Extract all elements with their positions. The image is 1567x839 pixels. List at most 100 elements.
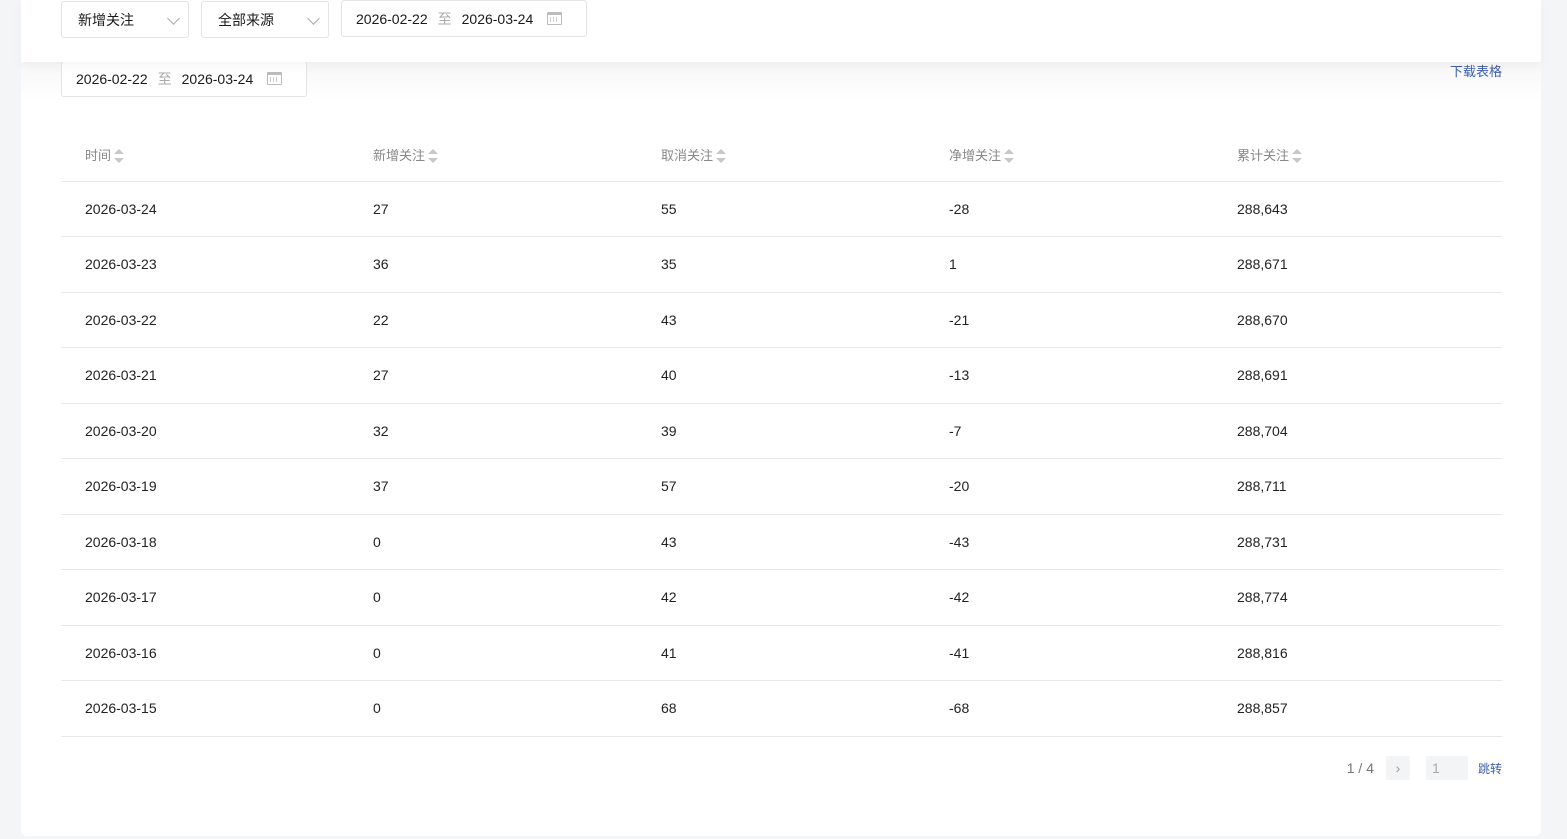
table-cell: 0 (349, 625, 637, 681)
table-cell: 57 (637, 458, 925, 515)
column-header-label: 新增关注 (373, 147, 426, 163)
date-separator: 至 (157, 70, 172, 87)
date-end: 2026-03-24 (181, 70, 254, 87)
table-cell: 288,857 (1213, 680, 1502, 737)
table-cell: 40 (637, 347, 925, 404)
source-select[interactable]: 全部来源 (201, 1, 329, 38)
pagination: 1 / 4 › 跳转 (1347, 756, 1502, 780)
table-cell: -43 (925, 514, 1213, 570)
sort-icon[interactable] (114, 149, 125, 164)
column-header-label: 净增关注 (949, 147, 1002, 163)
sort-icon[interactable] (716, 149, 727, 164)
chevron-down-icon (167, 12, 180, 25)
sort-icon[interactable] (428, 149, 439, 164)
table-cell: 288,704 (1213, 403, 1502, 459)
table-cell: 27 (349, 347, 637, 404)
column-header[interactable]: 时间 (61, 128, 349, 182)
table-cell: 2026-03-23 (61, 236, 349, 293)
date-range-picker[interactable]: 2026-02-22 至 2026-03-24 (341, 0, 587, 37)
table-cell: 288,816 (1213, 625, 1502, 681)
table-cell: 2026-03-16 (61, 625, 349, 681)
table-cell: 2026-03-24 (61, 181, 349, 237)
table-row: 2026-03-21 27 40 -13 288,691 (61, 347, 1502, 404)
date-start: 2026-02-22 (76, 70, 148, 87)
chevron-right-icon: › (1395, 760, 1401, 776)
column-header[interactable]: 取消关注 (637, 128, 925, 182)
table-cell: 288,643 (1213, 181, 1502, 237)
table-row: 2026-03-19 37 57 -20 288,711 (61, 458, 1502, 515)
page-sep: / (1354, 760, 1367, 776)
table-cell: 2026-03-22 (61, 292, 349, 348)
date-end: 2026-03-24 (461, 10, 534, 27)
sort-icon[interactable] (1004, 149, 1015, 164)
date-separator: 至 (437, 10, 452, 27)
table-cell: 32 (349, 403, 637, 459)
table-cell: 2026-03-17 (61, 569, 349, 626)
page-jump-input[interactable] (1425, 756, 1468, 780)
table-row: 2026-03-17 0 42 -42 288,774 (61, 569, 1502, 626)
table-row: 2026-03-22 22 43 -21 288,670 (61, 292, 1502, 348)
table-row: 2026-03-18 0 43 -43 288,731 (61, 514, 1502, 570)
table-cell: -13 (925, 347, 1213, 404)
table-cell: 35 (637, 236, 925, 293)
chevron-down-icon (307, 12, 320, 25)
table-cell: -41 (925, 625, 1213, 681)
table-row: 2026-03-24 27 55 -28 288,643 (61, 181, 1502, 237)
current-page: 1 (1346, 760, 1355, 776)
table-cell: -7 (925, 403, 1213, 459)
table-cell: 39 (637, 403, 925, 459)
total-pages: 4 (1366, 760, 1374, 776)
column-header-label: 取消关注 (661, 147, 714, 163)
column-header[interactable]: 新增关注 (349, 128, 637, 182)
table-cell: 22 (349, 292, 637, 348)
next-page-button[interactable]: › (1385, 756, 1410, 780)
table-cell: 27 (349, 181, 637, 237)
jump-button[interactable]: 跳转 (1478, 760, 1502, 777)
metric-select-value: 新增关注 (78, 11, 134, 28)
table-cell: 43 (637, 292, 925, 348)
column-header-label: 累计关注 (1237, 147, 1290, 163)
download-table-link[interactable]: 下载表格 (1450, 61, 1502, 80)
table-row: 2026-03-20 32 39 -7 288,704 (61, 403, 1502, 459)
table-row: 2026-03-15 0 68 -68 288,857 (61, 680, 1502, 737)
table-date-range-picker[interactable]: 2026-02-22 至 2026-03-24 (61, 60, 307, 97)
table-cell: 0 (349, 680, 637, 737)
metric-select[interactable]: 新增关注 (61, 1, 189, 38)
table-cell: 288,774 (1213, 569, 1502, 626)
source-select-value: 全部来源 (218, 11, 274, 28)
table-cell: 288,671 (1213, 236, 1502, 293)
column-header-label: 时间 (85, 147, 112, 163)
table-cell: -20 (925, 458, 1213, 515)
calendar-icon (547, 12, 563, 25)
table-cell: 288,691 (1213, 347, 1502, 404)
table-cell: -42 (925, 569, 1213, 626)
table-cell: 42 (637, 569, 925, 626)
table-cell: 2026-03-21 (61, 347, 349, 404)
table-cell: -68 (925, 680, 1213, 737)
table-cell: -28 (925, 181, 1213, 237)
table-cell: 288,731 (1213, 514, 1502, 570)
table-cell: 41 (637, 625, 925, 681)
table-cell: 37 (349, 458, 637, 515)
data-table: 时间 新增关注 取消关注 净增关注 累计关注 2026-03-24 27 55 -28 288,… (61, 128, 1502, 737)
table-cell: 2026-03-20 (61, 403, 349, 459)
column-header[interactable]: 净增关注 (925, 128, 1213, 182)
sort-icon[interactable] (1292, 149, 1303, 164)
table-cell: 43 (637, 514, 925, 570)
table-cell: 36 (349, 236, 637, 293)
table-cell: 68 (637, 680, 925, 737)
table-cell: 2026-03-19 (61, 458, 349, 515)
table-cell: 2026-03-15 (61, 680, 349, 737)
page-indicator: 1 / 4 (1347, 760, 1374, 776)
table-cell: 2026-03-18 (61, 514, 349, 570)
table-cell: 288,711 (1213, 458, 1502, 515)
date-start: 2026-02-22 (356, 10, 428, 27)
filter-bar: 新增关注 全部来源 2026-02-22 至 2026-03-24 (21, 0, 1541, 62)
table-cell: 0 (349, 569, 637, 626)
table-row: 2026-03-23 36 35 1 288,671 (61, 236, 1502, 293)
table-row: 2026-03-16 0 41 -41 288,816 (61, 625, 1502, 681)
column-header[interactable]: 累计关注 (1213, 128, 1502, 182)
table-cell: -21 (925, 292, 1213, 348)
table-cell: 1 (925, 236, 1213, 293)
table-cell: 288,670 (1213, 292, 1502, 348)
